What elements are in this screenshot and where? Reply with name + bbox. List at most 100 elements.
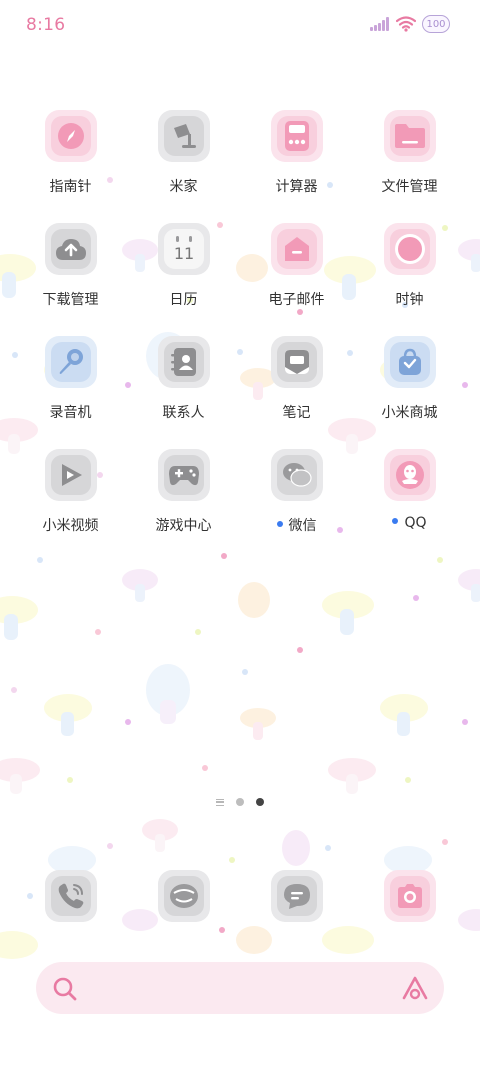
app-icon-tile[interactable] (384, 336, 436, 388)
app-icon-tile[interactable] (271, 870, 323, 922)
app-mi-video[interactable]: 小米视频 (14, 444, 127, 544)
app-recorder[interactable]: 录音机 (14, 331, 127, 431)
app-file-manager[interactable]: 文件管理 (353, 105, 466, 205)
dock-phone[interactable] (14, 865, 127, 925)
wallpaper-mushroom (44, 694, 92, 736)
app-icon-tile[interactable] (158, 336, 210, 388)
search-icon[interactable] (52, 976, 78, 1002)
wallpaper-dot (219, 927, 225, 933)
calendar-date: 11 (173, 243, 195, 263)
app-icon-tile[interactable] (384, 110, 436, 162)
app-email[interactable]: 电子邮件 (240, 218, 353, 318)
wallpaper-dot (437, 557, 443, 563)
wallpaper-dot (325, 845, 331, 851)
app-mijia[interactable]: 米家 (127, 105, 240, 205)
wechat-icon (283, 463, 312, 487)
status-icons: 100 (370, 15, 450, 33)
app-icon-tile[interactable] (158, 110, 210, 162)
search-bar[interactable] (36, 962, 444, 1014)
wallpaper-mushroom (322, 926, 374, 954)
app-icon-tile[interactable]: 11 (158, 223, 210, 275)
app-icon-tile[interactable] (45, 223, 97, 275)
messages-icon (284, 884, 310, 909)
app-compass[interactable]: 指南针 (14, 105, 127, 205)
app-icon-tile[interactable] (384, 870, 436, 922)
wifi-icon (396, 16, 416, 32)
app-label: 笔记 (282, 405, 311, 421)
dock (0, 865, 480, 925)
app-drawer-indicator-icon[interactable] (216, 798, 224, 806)
contacts-icon (171, 348, 196, 376)
dock-browser[interactable] (127, 865, 240, 925)
wallpaper-mushroom (122, 569, 158, 602)
app-label: 文件管理 (381, 179, 438, 195)
app-calendar[interactable]: 11 日历 (127, 218, 240, 318)
battery-indicator: 100 (422, 15, 450, 33)
lamp-icon (174, 124, 196, 148)
app-icon-tile[interactable] (384, 449, 436, 501)
app-calculator[interactable]: 计算器 (240, 105, 353, 205)
calculator-icon (285, 121, 309, 151)
folder-icon (395, 124, 425, 148)
calendar-icon (176, 235, 192, 242)
dock-messages[interactable] (240, 865, 353, 925)
wallpaper-mushroom (0, 758, 40, 794)
gamepad-icon (169, 466, 199, 486)
camera-icon (398, 884, 422, 908)
wallpaper-mushroom (238, 582, 270, 618)
notes-icon (285, 350, 309, 374)
wallpaper-dot (442, 839, 448, 845)
app-icon-tile[interactable] (158, 449, 210, 501)
app-icon-tile[interactable] (45, 336, 97, 388)
microphone-icon (59, 349, 83, 374)
wallpaper-dot (37, 557, 43, 563)
page-dot-1[interactable] (236, 798, 244, 806)
wallpaper-dot (405, 777, 411, 783)
app-icon-tile[interactable] (271, 336, 323, 388)
status-time: 8:16 (26, 15, 66, 35)
app-label: QQ (353, 515, 466, 531)
app-contacts[interactable]: 联系人 (127, 331, 240, 431)
app-game-center[interactable]: 游戏中心 (127, 444, 240, 544)
app-download-manager[interactable]: 下载管理 (14, 218, 127, 318)
app-icon-tile[interactable] (384, 223, 436, 275)
app-label: 米家 (169, 179, 198, 195)
app-icon-tile[interactable] (45, 870, 97, 922)
app-icon-tile[interactable] (45, 110, 97, 162)
wallpaper-dot (297, 647, 303, 653)
clock-icon (395, 234, 425, 264)
wallpaper-dot (462, 719, 468, 725)
shopping-bag-icon (399, 348, 421, 375)
app-mi-store[interactable]: 小米商城 (353, 331, 466, 431)
app-notes[interactable]: 笔记 (240, 331, 353, 431)
page-indicator[interactable] (0, 796, 480, 808)
dock-camera[interactable] (353, 865, 466, 925)
phone-icon (58, 883, 84, 909)
app-label: 联系人 (162, 405, 205, 421)
wallpaper-mushroom (240, 708, 276, 740)
app-icon-tile[interactable] (45, 449, 97, 501)
app-icon-tile[interactable] (271, 223, 323, 275)
assistant-icon[interactable] (400, 975, 430, 1001)
wallpaper-dot (125, 719, 131, 725)
app-wechat[interactable]: 微信 (240, 444, 353, 544)
wallpaper-mushroom (322, 591, 374, 635)
app-label: 微信 (240, 515, 353, 535)
wallpaper-dot (413, 595, 419, 601)
app-icon-tile[interactable] (271, 110, 323, 162)
app-icon-tile[interactable] (271, 449, 323, 501)
wallpaper-dot (107, 843, 113, 849)
status-bar: 8:16 100 (0, 0, 480, 50)
app-clock[interactable]: 时钟 (353, 218, 466, 318)
app-qq[interactable]: QQ (353, 444, 466, 544)
wallpaper-mushroom (458, 569, 480, 602)
compass-icon (58, 123, 84, 149)
wallpaper-mushroom (146, 664, 190, 724)
app-label-text: QQ (404, 515, 427, 531)
page-dot-2-active[interactable] (256, 798, 264, 806)
wallpaper-dot (95, 629, 101, 635)
wallpaper-mushroom (0, 596, 38, 640)
app-icon-tile[interactable] (158, 870, 210, 922)
browser-icon (170, 884, 198, 908)
mail-icon (285, 237, 309, 261)
